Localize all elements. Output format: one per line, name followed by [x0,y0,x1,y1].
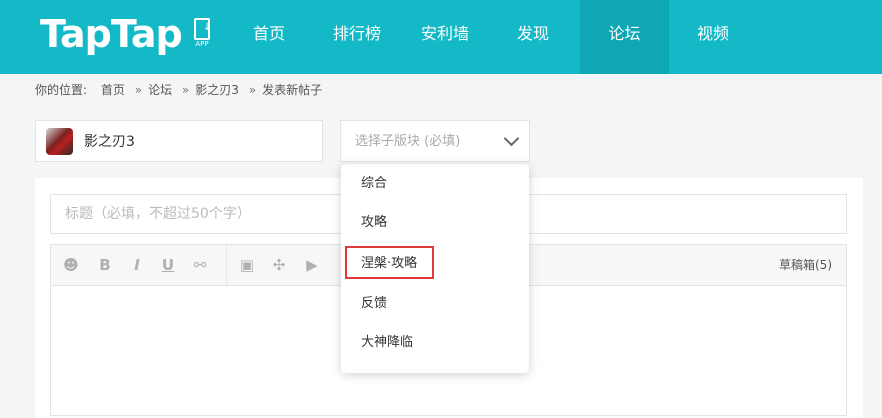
nav-discover[interactable]: 发现 [489,0,577,74]
subforum-placeholder: 选择子版块 (必填) [355,134,461,149]
chevron-down-icon [503,130,520,147]
dropdown-option-feedback[interactable]: 反馈 [361,294,387,314]
download-arrow-icon: ↓ [203,22,212,33]
game-selector[interactable]: 影之刃3 [35,120,323,162]
dropdown-option-general[interactable]: 综合 [361,174,387,194]
dropdown-option-guide[interactable]: 攻略 [361,213,387,233]
top-header: TapTap ↓ APP 首页 排行榜 安利墙 发现 论坛 视频 [0,0,882,74]
breadcrumb-prefix: 你的位置: [35,83,88,97]
phone-icon: ↓ [194,18,212,40]
nav-home[interactable]: 首页 [225,0,313,74]
breadcrumb-game[interactable]: 影之刃3 [195,83,239,97]
video-icon[interactable]: ▶ [302,255,322,275]
breadcrumb-separator: » [181,83,190,97]
highlight-box [345,246,434,279]
nav-recommend-wall[interactable]: 安利墙 [401,0,489,74]
app-download-button[interactable]: ↓ APP [190,18,214,50]
breadcrumb-separator: » [248,83,257,97]
breadcrumb-home[interactable]: 首页 [101,83,125,97]
emoji-icon[interactable]: ☻ [61,255,81,275]
italic-icon[interactable]: I [127,255,147,275]
nav-video[interactable]: 视频 [669,0,757,74]
subforum-select[interactable]: 选择子版块 (必填) [340,120,530,162]
image-icon[interactable]: ▣ [237,255,257,275]
game-name: 影之刃3 [84,134,135,150]
nav-ranking[interactable]: 排行榜 [313,0,401,74]
breadcrumb-separator: » [134,83,143,97]
breadcrumb-current: 发表新帖子 [262,83,323,97]
app-label: APP [195,40,209,48]
sparkle-icon[interactable]: ✣ [269,255,289,275]
drafts-button[interactable]: 草稿箱(5) [779,245,832,285]
breadcrumb-forum[interactable]: 论坛 [148,83,172,97]
bold-icon[interactable]: B [95,255,115,275]
nav-forum[interactable]: 论坛 [580,0,669,74]
underline-icon[interactable]: U [158,255,178,275]
taptap-logo[interactable]: TapTap [40,10,183,58]
game-avatar [46,128,73,155]
dropdown-option-experts[interactable]: 大神降临 [361,333,413,353]
link-icon[interactable]: ⚯ [190,255,210,275]
breadcrumb: 你的位置: 首页 » 论坛 » 影之刃3 » 发表新帖子 [35,80,328,100]
toolbar-divider [226,245,227,285]
